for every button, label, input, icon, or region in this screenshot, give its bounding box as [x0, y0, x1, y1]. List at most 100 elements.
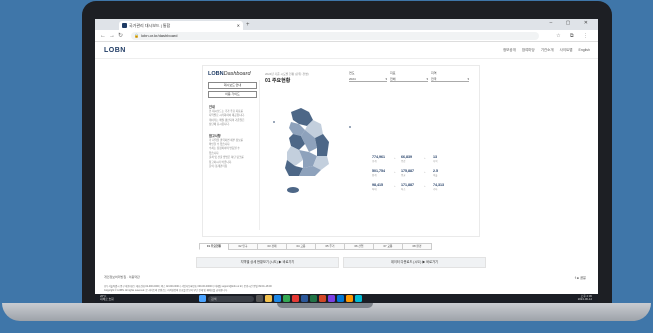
back-icon[interactable]: ←: [100, 32, 106, 40]
chevron-down-icon: ▾: [426, 77, 428, 81]
system-clock[interactable]: 오후 2:36 2024-06-12: [577, 294, 592, 302]
nav-item[interactable]: 정보공개: [503, 48, 516, 53]
nav-item[interactable]: 참여마당: [522, 48, 535, 53]
stat-separator: +: [394, 156, 396, 160]
stat-separator: +: [394, 184, 396, 188]
stat-item: 74,313 기타: [433, 183, 444, 191]
help-button[interactable]: 이용 가이드: [208, 91, 257, 98]
map-region-island: [287, 187, 299, 193]
dashboard-logo-main: LOBN: [208, 71, 224, 77]
section-title: 01 주요현황: [265, 78, 291, 84]
tab-indicator[interactable]: 04 고용: [286, 243, 316, 250]
app-icon[interactable]: [292, 295, 299, 302]
korea-region-map: [285, 108, 329, 193]
sidebar-text: 수치는 잠정치이며 변동될 수: [209, 147, 240, 151]
forward-icon[interactable]: →: [109, 32, 115, 40]
file-explorer-icon[interactable]: [265, 295, 272, 302]
excel-icon[interactable]: [310, 295, 317, 302]
stat-label: 증감: [401, 160, 406, 163]
tab-indicator[interactable]: 03 경제: [257, 243, 287, 250]
tab-title: 국가관리 대시보드 | 통합: [129, 23, 171, 28]
nav-item[interactable]: 사이트맵: [560, 48, 573, 53]
sidebar-heading: 안내: [209, 105, 215, 109]
new-tab-button[interactable]: +: [246, 21, 250, 29]
tab-indicator[interactable]: 06 산업: [344, 243, 374, 250]
stat-label: 총계: [372, 160, 377, 163]
sidebar-heading: 참고사항: [209, 133, 221, 138]
region-detail-button[interactable]: 지역별 상세 현황보기 (시도) ▶ 바로가기: [196, 257, 339, 268]
browser-tab[interactable]: 국가관리 대시보드 | 통합 ✕: [119, 21, 243, 30]
tab-indicator[interactable]: 05 주거: [315, 243, 345, 250]
url-text: lobn.or.kr/dashboard: [141, 33, 178, 38]
start-icon[interactable]: [199, 295, 206, 302]
share-icons[interactable]: f ⊕ 공유: [575, 275, 586, 280]
stat-separator: +: [424, 170, 426, 174]
task-view-icon[interactable]: [256, 295, 263, 302]
footer-line: Copyright © LOBN. All rights reserved. 본…: [104, 288, 228, 292]
map-island-dot: [349, 126, 351, 128]
laptop-notch: [277, 303, 373, 308]
stat-label: 지역: [433, 160, 438, 163]
screen: 국가관리 대시보드 | 통합 ✕ + – ▢ ✕ ← → ↻ 🔒 lobn.or…: [95, 19, 598, 303]
indicator-tabs: 01 주요현황 02 인구 03 경제 04 고용 05 주거 06 산업 07…: [199, 243, 432, 250]
sidebar-text: 데이터는 매월 갱신되며 기준일은: [209, 118, 245, 122]
outlook-icon[interactable]: [337, 295, 344, 302]
filter-label: 연도: [349, 71, 355, 75]
window-controls[interactable]: – ▢ ✕: [550, 20, 594, 26]
filter-value: 2024: [349, 77, 356, 81]
url-field[interactable]: 🔒 lobn.or.kr/dashboard: [131, 32, 539, 40]
app-icon[interactable]: [346, 295, 353, 302]
section-subtitle: 2024년 기준 시도별 현황 (단위: 천명): [265, 72, 309, 76]
teams-icon[interactable]: [328, 295, 335, 302]
sidebar-text: 각 지역을 클릭하면 세부 정보를: [209, 138, 243, 142]
top-nav: 정보공개 참여마당 기관소개 사이트맵 English: [503, 48, 590, 53]
lock-icon: 🔒: [134, 33, 139, 38]
filter-label: 지표: [390, 71, 396, 75]
stat-separator: +: [424, 156, 426, 160]
nav-item[interactable]: English: [579, 48, 590, 53]
footer-links[interactable]: 개인정보처리방침 · 이용약관: [104, 275, 140, 279]
tab-indicator[interactable]: 01 주요현황: [199, 243, 229, 250]
sidebar-text: 참고하시기 바랍니다.: [209, 160, 232, 164]
browser-extension-icons[interactable]: ☆ ⧉ ⋮: [556, 32, 592, 40]
sidebar-text: 출처 및 산출 방법은 하단 링크를: [209, 156, 244, 160]
filter-region-select[interactable]: 전국 ▾: [431, 76, 469, 82]
dashboard-logo-sub: Dashboard: [223, 71, 251, 77]
edge-icon[interactable]: [274, 295, 281, 302]
stat-item: 66,839 증감: [401, 155, 412, 163]
reload-icon[interactable]: ↻: [118, 32, 123, 40]
download-button[interactable]: 데이터 다운로드 (시도) ▶ 바로가기: [343, 257, 486, 268]
stat-label: 비율: [433, 174, 438, 177]
tab-indicator[interactable]: 02 인구: [228, 243, 258, 250]
word-icon[interactable]: [301, 295, 308, 302]
dashboard-panel: LOBNDashboard 대시보드 안내 이용 가이드 안내 본 대시보드는 …: [202, 65, 480, 237]
sidebar-text: 상단에 표시됩니다.: [209, 123, 230, 127]
tab-indicator[interactable]: 08 환경: [402, 243, 432, 250]
chrome-icon[interactable]: [283, 295, 290, 302]
map-region: [315, 134, 329, 156]
stat-item: 98,415 최대: [372, 183, 383, 191]
powerpoint-icon[interactable]: [319, 295, 326, 302]
stat-separator: +: [424, 184, 426, 188]
filter-indicator-select[interactable]: 전체 ▾: [390, 76, 428, 82]
stat-item: 2.5 비율: [433, 169, 438, 177]
weather-widget[interactable]: 26°C 대체로 흐림: [100, 294, 114, 301]
browser-tab-bar: 국가관리 대시보드 | 통합 ✕ + – ▢ ✕: [95, 19, 598, 30]
stat-label: 평균: [401, 174, 406, 177]
guide-button[interactable]: 대시보드 안내: [208, 82, 257, 89]
filter-label: 지역: [431, 71, 437, 75]
clock-date: 2024-06-12: [577, 297, 592, 302]
footer-info: (우) 서울특별시 중구 세종대로 | 대표전화 02-000-0000 | 팩…: [104, 285, 590, 292]
site-logo[interactable]: LOBN: [104, 47, 126, 54]
nav-item[interactable]: 기관소개: [541, 48, 554, 53]
app-icon[interactable]: [355, 295, 362, 302]
sidebar-text: 본 대시보드는 국가 주요 지표를: [209, 110, 243, 113]
close-tab-icon[interactable]: ✕: [237, 21, 240, 30]
stat-label: 최대: [372, 188, 377, 191]
filter-year-select[interactable]: 2024 ▾: [349, 76, 387, 82]
address-toolbar: ← → ↻ 🔒 lobn.or.kr/dashboard ☆ ⧉ ⋮: [95, 30, 598, 42]
stat-item: 501,754 합계: [372, 169, 385, 177]
taskbar-search[interactable]: 검색: [208, 295, 254, 302]
tab-indicator[interactable]: 07 교통: [373, 243, 403, 250]
chevron-down-icon: ▾: [467, 77, 469, 81]
